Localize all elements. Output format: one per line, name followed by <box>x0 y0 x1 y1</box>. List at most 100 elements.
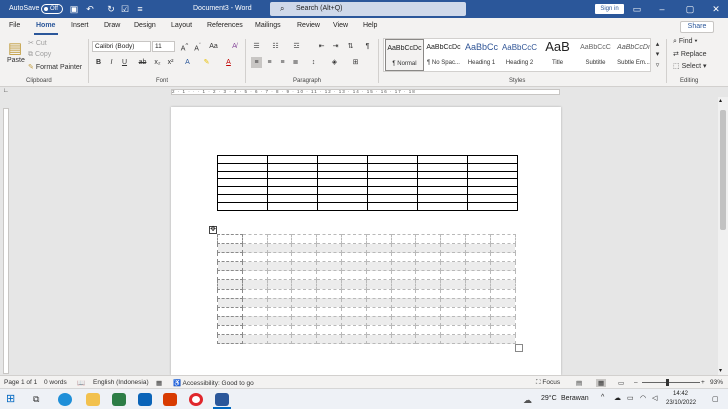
decrease-indent-icon[interactable]: ⇤ <box>316 41 327 52</box>
select-button[interactable]: ⬚ Select ▾ <box>673 62 707 70</box>
paste-button[interactable]: Paste <box>7 57 25 64</box>
table-cell[interactable] <box>467 162 518 172</box>
table-cell[interactable] <box>489 243 516 254</box>
touch-mode-icon[interactable]: ☑ <box>119 3 131 15</box>
table-cell[interactable] <box>417 178 468 188</box>
zoom-slider[interactable] <box>642 382 700 383</box>
show-formatting-marks-icon[interactable]: ¶ <box>362 41 373 52</box>
table-cell[interactable] <box>217 201 268 211</box>
read-mode-icon[interactable]: ▤ <box>576 379 582 387</box>
table-cell[interactable] <box>417 201 468 211</box>
table-cell[interactable] <box>241 306 268 317</box>
clock-date[interactable]: 23/10/2022 <box>666 400 696 406</box>
table-cell[interactable] <box>217 261 243 272</box>
print-layout-icon[interactable]: ▦ <box>596 379 607 387</box>
mail-icon[interactable] <box>138 393 152 406</box>
table-cell[interactable] <box>417 155 468 164</box>
table-cell[interactable] <box>440 288 466 299</box>
table-cell[interactable] <box>291 315 318 326</box>
table-cell[interactable] <box>440 270 466 281</box>
table-cell[interactable] <box>340 297 367 308</box>
sign-in-button[interactable]: Sign in <box>595 4 624 14</box>
table-cell[interactable] <box>340 243 367 254</box>
text-effects-icon[interactable]: A <box>182 57 193 68</box>
search-box[interactable]: ⌕ Search (Alt+Q) <box>270 2 466 16</box>
table-cell[interactable] <box>415 297 442 308</box>
underline-icon[interactable]: U <box>119 57 130 68</box>
table-cell[interactable] <box>340 324 367 336</box>
save-icon[interactable]: ▣ <box>68 3 80 15</box>
close-button[interactable]: ✕ <box>706 2 726 16</box>
table-cell[interactable] <box>489 279 516 290</box>
strikethrough-icon[interactable]: ab <box>137 57 148 68</box>
bold-icon[interactable]: B <box>93 57 104 68</box>
copy-button[interactable]: ⧉ Copy <box>28 51 51 59</box>
web-layout-icon[interactable]: ▭ <box>618 379 624 387</box>
numbering-icon[interactable]: ☷ <box>270 41 281 52</box>
word-taskbar-icon[interactable] <box>215 393 229 406</box>
table-cell[interactable] <box>489 334 516 345</box>
clock-time[interactable]: 14:42 <box>673 391 688 397</box>
autosave-toggle[interactable]: Off <box>41 4 63 14</box>
zoom-out-icon[interactable]: – <box>634 379 638 386</box>
table-cell[interactable] <box>217 324 243 336</box>
table-cell[interactable] <box>464 279 491 290</box>
table-cell[interactable] <box>291 324 318 336</box>
table-cell[interactable] <box>415 252 442 263</box>
table-cell[interactable] <box>316 243 342 254</box>
styles-more-icon[interactable]: ▿ <box>652 60 663 71</box>
vertical-ruler[interactable] <box>3 108 9 374</box>
windows-start-icon[interactable]: ⊞ <box>6 393 20 406</box>
justify-icon[interactable]: ≣ <box>290 57 301 68</box>
table-cell[interactable] <box>241 233 268 245</box>
change-case-icon[interactable]: Aa <box>208 41 219 52</box>
table-cell[interactable] <box>291 233 318 245</box>
table-cell[interactable] <box>464 243 491 254</box>
table-cell[interactable] <box>267 186 318 195</box>
accessibility-status[interactable]: ♿ Accessibility: Good to go <box>173 379 254 387</box>
table-cell[interactable] <box>241 297 268 308</box>
table-cell[interactable] <box>467 193 518 203</box>
table-cell[interactable] <box>317 178 368 188</box>
table-cell[interactable] <box>415 288 442 299</box>
ribbon-display-options-icon[interactable]: ▭ <box>631 3 643 15</box>
table-cell[interactable] <box>241 315 268 326</box>
table-cell[interactable] <box>340 279 367 290</box>
table-cell[interactable] <box>464 288 491 299</box>
table-cell[interactable] <box>365 233 392 245</box>
table-cell[interactable] <box>415 270 442 281</box>
subscript-icon[interactable]: x₂ <box>152 57 163 68</box>
styles-scroll-down-icon[interactable]: ▾ <box>652 49 663 60</box>
shrink-font-icon[interactable]: Aˇ <box>192 41 203 52</box>
table-cell[interactable] <box>489 297 516 308</box>
font-color-icon[interactable]: A <box>223 57 234 68</box>
tab-layout[interactable]: Layout <box>171 22 192 29</box>
tab-insert[interactable]: Insert <box>71 22 89 29</box>
clear-formatting-icon[interactable]: A̸ <box>229 41 240 52</box>
table-cell[interactable] <box>241 324 268 336</box>
table-cell[interactable] <box>440 252 466 263</box>
table-cell[interactable] <box>464 324 491 336</box>
table-cell[interactable] <box>415 324 442 336</box>
table-cell[interactable] <box>266 233 293 245</box>
tab-mailings[interactable]: Mailings <box>255 22 281 29</box>
cut-button[interactable]: ✂ Cut <box>28 39 47 47</box>
language[interactable]: English (Indonesia) <box>93 379 149 386</box>
shading-icon[interactable]: ◈ <box>329 57 340 68</box>
table-cell[interactable] <box>440 297 466 308</box>
highlight-icon[interactable]: ✎ <box>201 57 212 68</box>
table-cell[interactable] <box>390 279 417 290</box>
table-cell[interactable] <box>267 178 318 188</box>
table-cell[interactable] <box>464 334 491 345</box>
table-cell[interactable] <box>266 252 293 263</box>
scrollbar-thumb[interactable] <box>720 110 726 230</box>
battery-icon[interactable]: ▭ <box>627 394 634 402</box>
tab-draw[interactable]: Draw <box>104 22 120 29</box>
table-cell[interactable] <box>267 155 318 164</box>
share-button[interactable]: Share <box>680 21 714 33</box>
table-cell[interactable] <box>266 279 293 290</box>
table-cell[interactable] <box>217 186 268 195</box>
line-spacing-icon[interactable]: ↕ <box>308 57 319 68</box>
table-cell[interactable] <box>291 243 318 254</box>
table-cell[interactable] <box>316 288 342 299</box>
